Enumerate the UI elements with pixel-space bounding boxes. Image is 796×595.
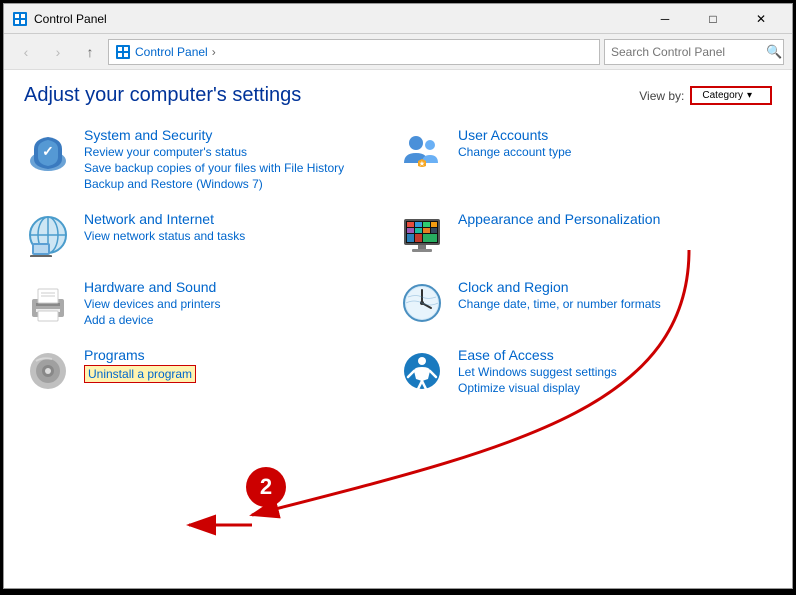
back-button[interactable]: ‹ [12,38,40,66]
user-accounts-link-1[interactable]: Change account type [458,145,571,159]
ease-link-1[interactable]: Let Windows suggest settings [458,365,617,379]
user-accounts-title[interactable]: User Accounts [458,127,571,143]
main-window: Control Panel ─ □ ✕ ‹ › ↑ Control Panel … [3,3,793,589]
system-security-icon: ✓ [24,127,72,175]
svg-text:✓: ✓ [42,143,54,159]
toolbar: ‹ › ↑ Control Panel › 🔍 [4,34,792,70]
system-security-link-3[interactable]: Backup and Restore (Windows 7) [84,177,344,191]
category-dropdown[interactable]: Category ▾ [690,86,772,105]
ease-title[interactable]: Ease of Access [458,347,617,363]
search-input[interactable] [611,45,766,59]
list-item: ★ User Accounts Change account type [398,117,772,201]
svg-text:★: ★ [419,161,425,168]
list-item: Clock and Region Change date, time, or n… [398,269,772,337]
clock-title[interactable]: Clock and Region [458,279,661,295]
content-area: Adjust your computer's settings View by:… [4,70,792,588]
hardware-text: Hardware and Sound View devices and prin… [84,279,221,327]
content-header: Adjust your computer's settings View by:… [4,70,792,117]
appearance-icon [398,211,446,259]
clock-icon [398,279,446,327]
ease-link-2[interactable]: Optimize visual display [458,381,617,395]
breadcrumb-separator: › [212,45,216,59]
network-text: Network and Internet View network status… [84,211,245,243]
list-item: Network and Internet View network status… [24,201,398,269]
maximize-button[interactable]: □ [690,4,736,34]
system-security-text: System and Security Review your computer… [84,127,344,191]
clock-link-1[interactable]: Change date, time, or number formats [458,297,661,311]
view-by-label: View by: [639,89,684,103]
list-item: Ease of Access Let Windows suggest setti… [398,337,772,405]
hardware-link-2[interactable]: Add a device [84,313,221,327]
appearance-text: Appearance and Personalization [458,211,660,227]
breadcrumb-icon [115,44,131,60]
list-item: Programs Uninstall a program [24,337,398,405]
programs-title[interactable]: Programs [84,347,196,363]
system-security-title[interactable]: System and Security [84,127,344,143]
dropdown-arrow: ▾ [747,90,752,101]
ease-icon [398,347,446,395]
window-title: Control Panel [34,12,642,26]
hardware-icon [24,279,72,327]
close-button[interactable]: ✕ [738,4,784,34]
network-icon [24,211,72,259]
hardware-link-1[interactable]: View devices and printers [84,297,221,311]
clock-text: Clock and Region Change date, time, or n… [458,279,661,311]
minimize-button[interactable]: ─ [642,4,688,34]
user-accounts-icon: ★ [398,127,446,175]
hardware-title[interactable]: Hardware and Sound [84,279,221,295]
breadcrumb-cp[interactable]: Control Panel [135,45,208,59]
system-security-link-2[interactable]: Save backup copies of your files with Fi… [84,161,344,175]
list-item: ✓ System and Security Review your comput… [24,117,398,201]
page-title: Adjust your computer's settings [24,84,301,107]
window-icon [12,11,28,27]
breadcrumb[interactable]: Control Panel › [108,39,600,65]
forward-button[interactable]: › [44,38,72,66]
ease-text: Ease of Access Let Windows suggest setti… [458,347,617,395]
programs-text: Programs Uninstall a program [84,347,196,383]
view-by-container: View by: Category ▾ [639,86,772,105]
up-button[interactable]: ↑ [76,38,104,66]
network-title[interactable]: Network and Internet [84,211,245,227]
programs-link-1[interactable]: Uninstall a program [84,365,196,383]
list-item: Appearance and Personalization [398,201,772,269]
search-box: 🔍 [604,39,784,65]
network-link-1[interactable]: View network status and tasks [84,229,245,243]
search-button[interactable]: 🔍 [766,44,782,60]
content-wrapper: ✓ System and Security Review your comput… [4,117,792,588]
user-accounts-text: User Accounts Change account type [458,127,571,159]
system-security-link-1[interactable]: Review your computer's status [84,145,344,159]
items-grid: ✓ System and Security Review your comput… [4,117,792,405]
list-item: Hardware and Sound View devices and prin… [24,269,398,337]
appearance-title[interactable]: Appearance and Personalization [458,211,660,227]
window-controls: ─ □ ✕ [642,4,784,34]
title-bar: Control Panel ─ □ ✕ [4,4,792,34]
category-value: Category [702,90,743,101]
annotation-number-2: 2 [246,467,286,507]
programs-icon [24,347,72,395]
